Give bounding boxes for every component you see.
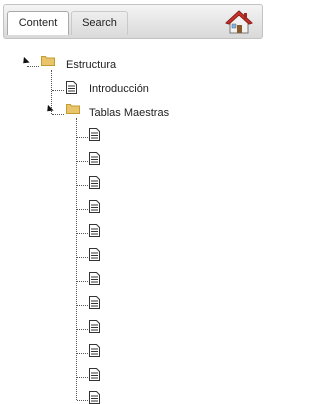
document-icon[interactable] bbox=[89, 128, 100, 141]
collapse-arrow-icon[interactable] bbox=[44, 104, 54, 115]
tree-connector bbox=[77, 161, 88, 162]
document-icon[interactable] bbox=[89, 224, 100, 237]
document-icon[interactable] bbox=[89, 391, 100, 404]
tree-connector bbox=[77, 400, 88, 401]
document-icon[interactable] bbox=[89, 320, 100, 333]
document-icon[interactable] bbox=[89, 368, 100, 381]
tree-connector bbox=[77, 209, 88, 210]
tree-connector bbox=[77, 353, 88, 354]
document-icon[interactable] bbox=[89, 272, 100, 285]
folder-open-icon[interactable] bbox=[66, 103, 80, 114]
document-icon[interactable] bbox=[89, 200, 100, 213]
tree-connector bbox=[77, 305, 88, 306]
document-icon[interactable] bbox=[89, 296, 100, 309]
folder-open-icon[interactable] bbox=[41, 55, 55, 66]
tree-connector bbox=[77, 377, 88, 378]
tree-connector bbox=[77, 281, 88, 282]
tree-connector bbox=[77, 257, 88, 258]
tree-connector bbox=[52, 90, 64, 91]
document-icon[interactable] bbox=[89, 248, 100, 261]
tree-connector bbox=[27, 66, 39, 67]
tree-node-label[interactable]: Introducción bbox=[89, 82, 149, 96]
tree-connector bbox=[77, 329, 88, 330]
document-icon[interactable] bbox=[89, 344, 100, 357]
tree-connector bbox=[77, 233, 88, 234]
collapse-arrow-icon[interactable] bbox=[20, 56, 30, 67]
tree-connector bbox=[77, 185, 88, 186]
tree-connector bbox=[77, 137, 88, 138]
tree-connector bbox=[52, 114, 64, 115]
tree-node-label[interactable]: Tablas Maestras bbox=[89, 106, 169, 120]
tree-node-label[interactable]: Estructura bbox=[66, 58, 116, 72]
document-icon[interactable] bbox=[89, 152, 100, 165]
content-tree: Estructura Introducción Tablas Maestras bbox=[0, 0, 266, 404]
document-icon[interactable] bbox=[89, 176, 100, 189]
document-icon[interactable] bbox=[66, 81, 77, 94]
